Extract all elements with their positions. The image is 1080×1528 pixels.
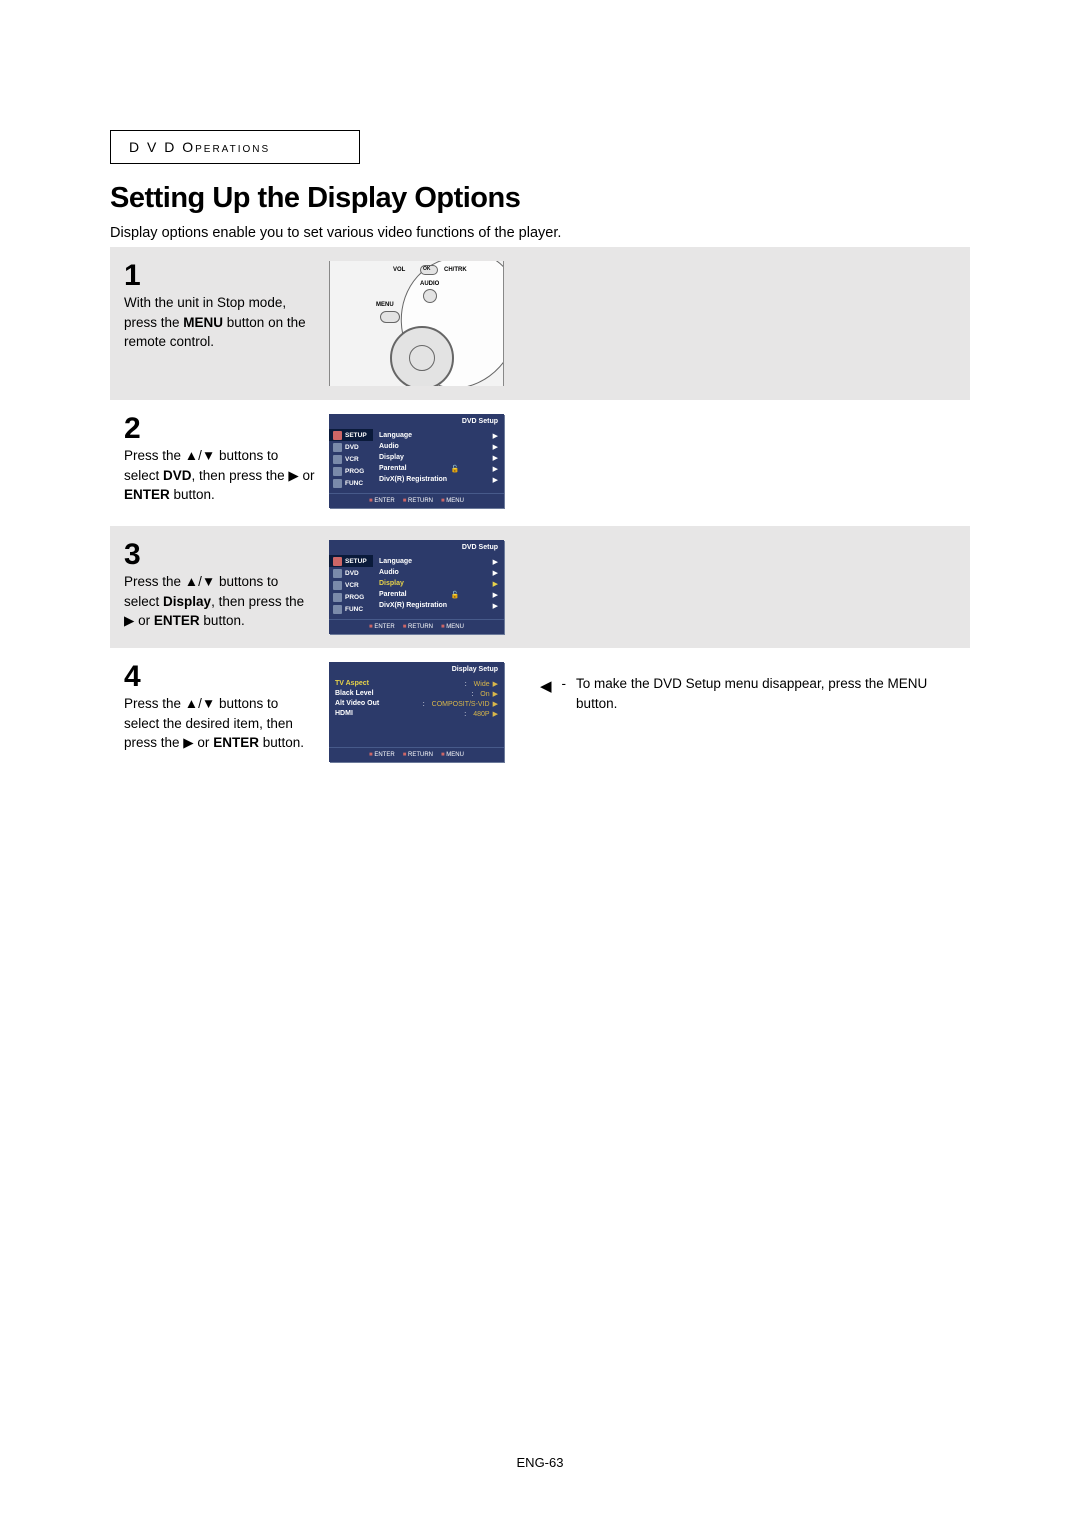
- lock-icon: 🔓: [451, 591, 460, 599]
- osd-title: DVD Setup: [329, 540, 504, 553]
- osd-footer: ENTER RETURN MENU: [329, 493, 504, 508]
- section-header-text: D V D Operations: [129, 139, 270, 155]
- step-1-text: With the unit in Stop mode, press the ME…: [124, 293, 317, 352]
- remote-label-ok: OK: [423, 266, 431, 272]
- step-3-text: Press the ▲/▼ buttons to select Display,…: [124, 572, 317, 631]
- step-4-number: 4: [124, 662, 317, 692]
- note: ◀ - To make the DVD Setup menu disappear…: [540, 648, 970, 713]
- step-1-number: 1: [124, 261, 317, 291]
- osd-title: Display Setup: [329, 662, 504, 675]
- step-4: 4 Press the ▲/▼ buttons to select the de…: [110, 648, 520, 776]
- osd-title: DVD Setup: [329, 414, 504, 427]
- chevron-right-icon: ▶: [493, 443, 498, 451]
- intro-text: Display options enable you to set variou…: [110, 225, 970, 241]
- osd-sidebar: SETUP DVD VCR PROG FUNC: [329, 427, 373, 493]
- setup-icon: [333, 431, 342, 440]
- chevron-right-icon: ▶: [493, 710, 498, 718]
- page-title: Setting Up the Display Options: [110, 182, 970, 215]
- remote-label-chtrk: CH/TRK: [444, 267, 467, 273]
- chevron-right-icon: ▶: [493, 569, 498, 577]
- chevron-right-icon: ▶: [493, 476, 498, 484]
- prog-icon: [333, 467, 342, 476]
- right-icon: ▶: [288, 466, 298, 486]
- right-icon: ▶: [124, 611, 134, 631]
- right-icon: ▶: [183, 733, 193, 753]
- chevron-right-icon: ▶: [493, 680, 498, 688]
- osd-screenshot-dvd-setup: DVD Setup SETUP DVD VCR PROG FUNC Langua…: [329, 414, 504, 508]
- note-text: To make the DVD Setup menu disappear, pr…: [576, 674, 970, 713]
- vcr-icon: [333, 581, 342, 590]
- step-4-text: Press the ▲/▼ buttons to select the desi…: [124, 694, 317, 753]
- step-3-number: 3: [124, 540, 317, 570]
- chevron-right-icon: ▶: [493, 580, 498, 588]
- dvd-icon: [333, 569, 342, 578]
- chevron-right-icon: ▶: [493, 700, 498, 708]
- remote-label-menu: MENU: [376, 302, 394, 308]
- up-down-icon: ▲/▼: [185, 446, 215, 466]
- chevron-right-icon: ▶: [493, 558, 498, 566]
- prog-icon: [333, 593, 342, 602]
- section-header: D V D Operations: [110, 130, 360, 164]
- step-1: 1 With the unit in Stop mode, press the …: [110, 247, 970, 400]
- vcr-icon: [333, 455, 342, 464]
- remote-illustration: VOL OK CH/TRK AUDIO MENU: [329, 261, 504, 386]
- osd-menu-list: Language▶ Audio▶ Display▶ Parental🔓▶ Div…: [373, 427, 504, 493]
- chevron-right-icon: ▶: [493, 432, 498, 440]
- osd-screenshot-display-setup: Display Setup TV Aspect:Wide▶ Black Leve…: [329, 662, 504, 762]
- chevron-right-icon: ▶: [493, 602, 498, 610]
- step-2: 2 Press the ▲/▼ buttons to select DVD, t…: [110, 400, 970, 522]
- osd-menu-list: TV Aspect:Wide▶ Black Level:On▶ Alt Vide…: [329, 675, 504, 747]
- remote-label-vol: VOL: [393, 267, 405, 273]
- up-down-icon: ▲/▼: [185, 694, 215, 714]
- remote-label-audio: AUDIO: [420, 281, 439, 287]
- chevron-right-icon: ▶: [493, 690, 498, 698]
- setup-icon: [333, 557, 342, 566]
- osd-footer: ENTER RETURN MENU: [329, 747, 504, 762]
- step-2-text: Press the ▲/▼ buttons to select DVD, the…: [124, 446, 317, 505]
- osd-screenshot-dvd-setup-display: DVD Setup SETUP DVD VCR PROG FUNC Langua…: [329, 540, 504, 634]
- chevron-right-icon: ▶: [493, 591, 498, 599]
- chevron-right-icon: ▶: [493, 465, 498, 473]
- func-icon: [333, 479, 342, 488]
- lock-icon: 🔓: [451, 465, 460, 473]
- osd-menu-list: Language▶ Audio▶ Display▶ Parental🔓▶ Div…: [373, 553, 504, 619]
- chevron-right-icon: ▶: [493, 454, 498, 462]
- step-3: 3 Press the ▲/▼ buttons to select Displa…: [110, 526, 970, 648]
- page-number: ENG-63: [0, 1455, 1080, 1470]
- step-2-number: 2: [124, 414, 317, 444]
- func-icon: [333, 605, 342, 614]
- osd-sidebar: SETUP DVD VCR PROG FUNC: [329, 553, 373, 619]
- osd-footer: ENTER RETURN MENU: [329, 619, 504, 634]
- dvd-icon: [333, 443, 342, 452]
- up-down-icon: ▲/▼: [185, 572, 215, 592]
- left-arrow-icon: ◀: [540, 674, 552, 698]
